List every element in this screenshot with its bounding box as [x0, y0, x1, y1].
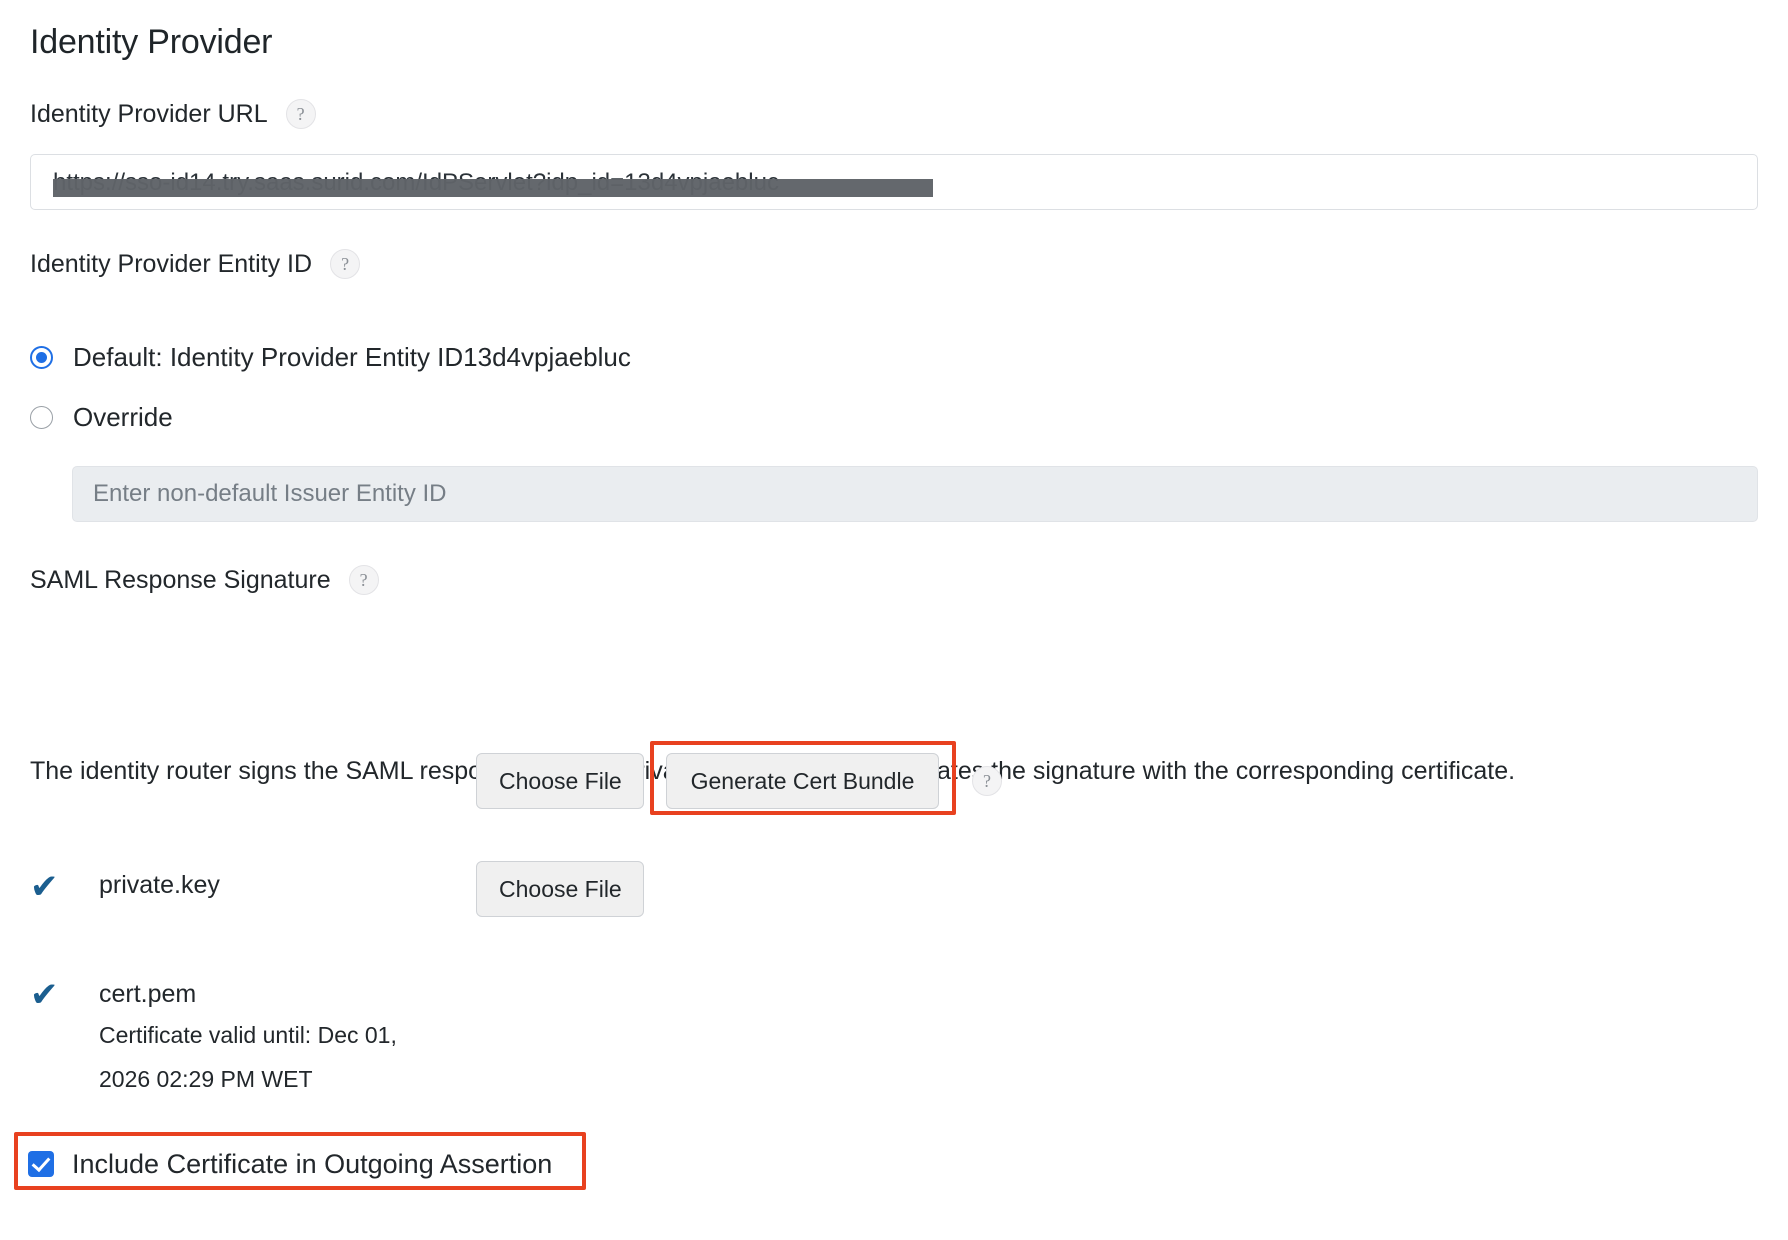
override-entity-id-input[interactable] [72, 466, 1758, 522]
saml-signature-label-row: SAML Response Signature ? [30, 564, 379, 596]
file-name-cert-pem: cert.pem [99, 980, 197, 1008]
check-icon: ✔ [30, 867, 59, 907]
help-icon[interactable]: ? [285, 99, 316, 129]
choose-file-button-cert-pem[interactable]: Choose File [476, 861, 644, 917]
help-icon[interactable]: ? [330, 249, 361, 279]
include-certificate-label[interactable]: Include Certificate in Outgoing Assertio… [72, 1147, 552, 1181]
idp-entity-id-label-row: Identity Provider Entity ID ? [30, 248, 361, 280]
radio-override-label[interactable]: Override [73, 400, 173, 434]
include-certificate-checkbox[interactable] [28, 1151, 54, 1177]
idp-url-label: Identity Provider URL [30, 100, 268, 128]
file-name-private-key: private.key [99, 871, 220, 899]
choose-file-button-private-key[interactable]: Choose File [476, 753, 644, 809]
radio-default-label[interactable]: Default: Identity Provider Entity ID13d4… [73, 340, 631, 374]
idp-url-input[interactable]: https://sso-id14.try.saas.surid.com/IdPS… [30, 154, 1758, 210]
radio-override[interactable] [30, 405, 53, 429]
entity-id-option-override[interactable]: Override [30, 400, 173, 434]
redaction-bar [53, 179, 933, 197]
radio-default[interactable] [30, 345, 53, 369]
page-title: Identity Provider [30, 23, 273, 61]
idp-entity-id-label: Identity Provider Entity ID [30, 250, 313, 278]
generate-cert-bundle-button[interactable]: Generate Cert Bundle [666, 753, 939, 809]
saml-signature-label: SAML Response Signature [30, 566, 331, 594]
entity-id-option-default[interactable]: Default: Identity Provider Entity ID13d4… [30, 340, 631, 374]
help-icon[interactable]: ? [972, 766, 1002, 796]
include-certificate-row[interactable]: Include Certificate in Outgoing Assertio… [28, 1147, 552, 1181]
help-icon[interactable]: ? [348, 565, 379, 595]
idp-url-label-row: Identity Provider URL ? [30, 98, 316, 130]
certificate-validity-text: Certificate valid until: Dec 01, 2026 02… [99, 1022, 397, 1092]
identity-provider-settings-page: Identity Provider Identity Provider URL … [0, 0, 1788, 1240]
check-icon: ✔ [30, 975, 59, 1015]
